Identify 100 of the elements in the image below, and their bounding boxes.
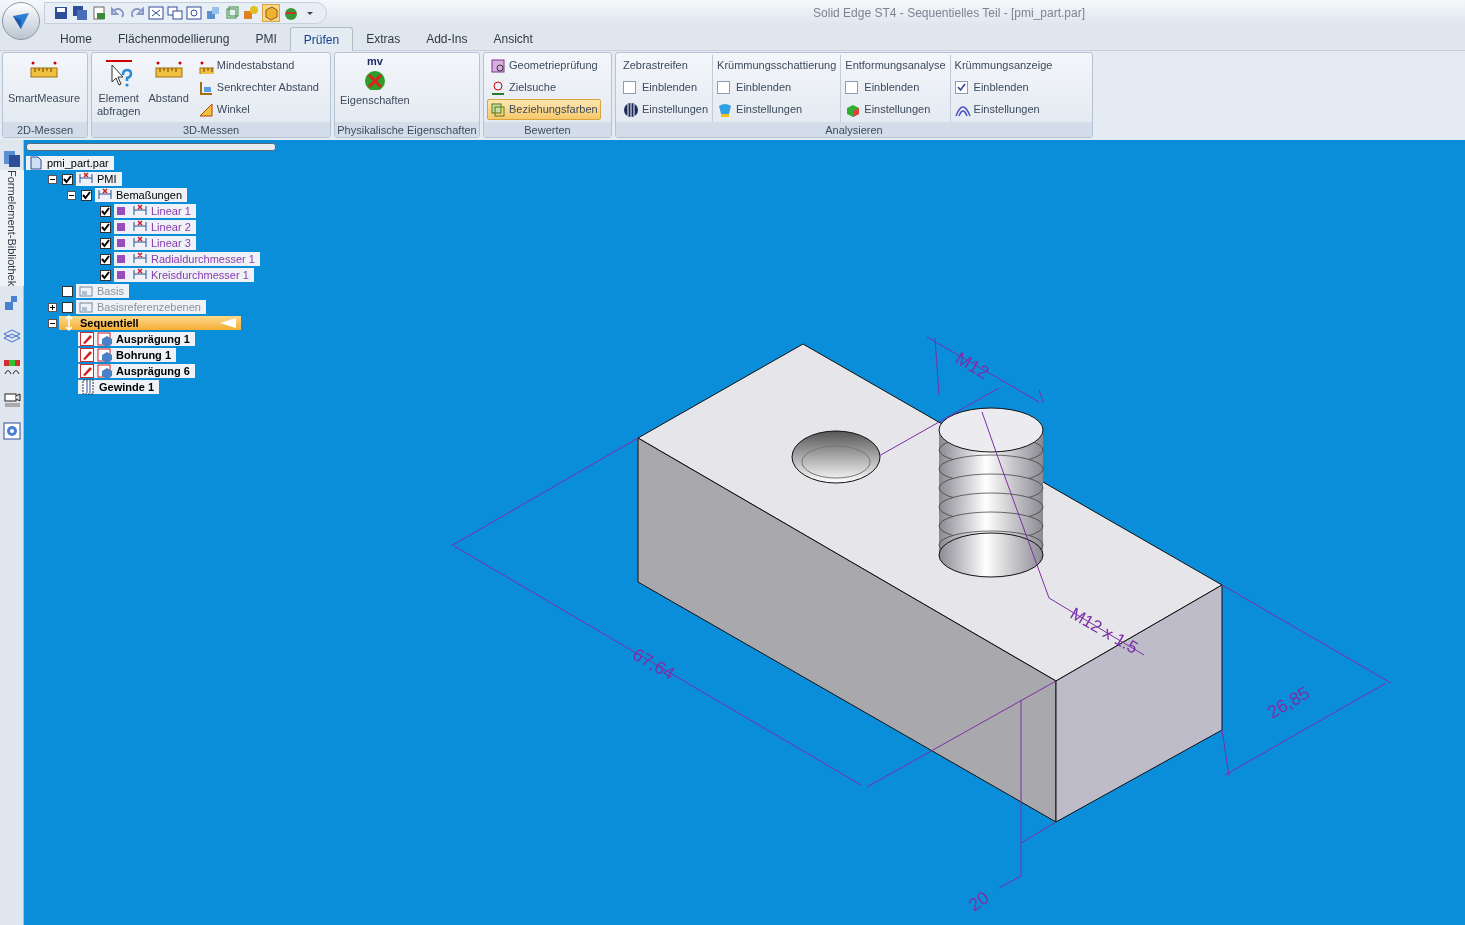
checkbox[interactable]	[100, 269, 111, 281]
pencil-icon	[80, 348, 94, 362]
application-button[interactable]	[2, 2, 40, 40]
checkbox[interactable]	[62, 285, 73, 297]
ribbon-tab[interactable]: PMI	[242, 27, 290, 50]
ribbon-button[interactable]: Mindestabstand	[194, 55, 322, 76]
checkbox[interactable]	[81, 189, 92, 201]
section-title: Krümmungsanzeige	[954, 58, 1053, 73]
expand-toggle[interactable]	[47, 302, 57, 312]
cursor-question-icon	[103, 58, 134, 88]
ribbon-tab[interactable]: Add-Ins	[413, 27, 481, 50]
zoom-icon[interactable]	[186, 4, 202, 21]
side-tab[interactable]: Formelement-Bibliothek	[0, 170, 24, 287]
gradient-icon	[717, 101, 734, 118]
tree-item[interactable]: Linear 2	[114, 220, 196, 234]
windows-icon[interactable]	[167, 4, 183, 21]
ribbon-button[interactable]: Geometrieprüfung	[487, 55, 601, 76]
plus-icon	[48, 303, 56, 311]
striped-sphere-icon	[623, 101, 639, 118]
group-label: 3D-Messen	[92, 122, 330, 137]
pane-splitter[interactable]	[26, 143, 276, 151]
tree-item[interactable]: Ausprägung 1	[78, 332, 195, 346]
group-label: 2D-Messen	[3, 122, 87, 137]
fit-view-icon[interactable]	[148, 4, 164, 21]
ribbon-tab[interactable]: Extras	[353, 27, 414, 50]
ribbon-button[interactable]: Zielsuche	[487, 77, 601, 98]
thread-icon	[80, 379, 96, 395]
library-icon[interactable]	[2, 150, 21, 168]
wireframe-icon[interactable]	[224, 4, 240, 21]
section-title: Krümmungsschattierung	[717, 58, 837, 73]
tree-item[interactable]: Bemaßungen	[95, 188, 188, 202]
checkbox[interactable]	[100, 237, 111, 249]
plane-icon	[78, 299, 94, 315]
square-icon	[116, 270, 126, 280]
file-icon	[28, 155, 44, 171]
ribbon-button[interactable]: Winkel	[194, 99, 322, 120]
checkbox[interactable]: Einblenden	[717, 77, 837, 98]
extrude-icon	[97, 347, 113, 363]
ribbon-button[interactable]: Senkrechter Abstand	[194, 77, 322, 98]
ribbon-button[interactable]: Einstellungen	[845, 99, 946, 120]
ribbon-tab[interactable]: Ansicht	[480, 27, 546, 50]
section-title: Zebrastreifen	[623, 58, 689, 73]
extrude-icon	[97, 363, 113, 379]
large-button[interactable]: Element abfragen	[95, 55, 143, 122]
tree-item[interactable]: Gewinde 1	[78, 380, 160, 394]
large-button[interactable]: mv Eigenschaften	[338, 55, 412, 122]
dimension-label: 67,64	[629, 644, 678, 684]
squares-icon	[490, 101, 506, 118]
color-bar-icon[interactable]	[2, 358, 21, 377]
checkbox[interactable]	[100, 253, 111, 265]
ribbon-tab[interactable]: Home	[47, 27, 105, 50]
checkbox[interactable]: Einblenden	[623, 77, 709, 98]
target-icon	[490, 79, 506, 96]
ribbon-button[interactable]: Einstellungen	[954, 99, 1053, 120]
document-icon[interactable]	[91, 4, 107, 21]
gear-icon[interactable]	[2, 422, 21, 441]
tree-item[interactable]: Ausprägung 6	[78, 364, 195, 378]
ribbon-button[interactable]: Einstellungen	[623, 99, 709, 120]
expand-toggle[interactable]	[47, 174, 57, 184]
expand-toggle[interactable]	[47, 318, 57, 328]
tree-item[interactable]: pmi_part.par	[26, 156, 114, 170]
tree-item[interactable]: Linear 3	[114, 236, 196, 250]
extrude-icon	[97, 331, 113, 347]
large-button[interactable]: SmartMeasure	[6, 55, 83, 122]
group-label: Physikalische Eigenschaften	[335, 122, 479, 137]
dimension-label: M12	[952, 348, 993, 383]
tree-item[interactable]: Bohrung 1	[78, 348, 176, 362]
inspect-icon	[490, 57, 506, 74]
ribbon-button[interactable]: Einstellungen	[717, 99, 837, 120]
checkbox[interactable]	[62, 173, 73, 185]
checkbox[interactable]	[100, 221, 111, 233]
ribbon-tab[interactable]: Prüfen	[289, 27, 354, 51]
tree-item[interactable]: Radialdurchmesser 1	[114, 252, 260, 266]
tree-item[interactable]: Linear 1	[114, 204, 196, 218]
large-button[interactable]: Abstand	[146, 55, 191, 122]
expand-toggle[interactable]	[66, 190, 76, 200]
pencil-icon	[80, 332, 94, 346]
ribbon-tab[interactable]: Flächenmodellierung	[105, 27, 243, 50]
tree-item[interactable]: Kreisdurchmesser 1	[114, 268, 254, 282]
checkbox[interactable]: Einblenden	[954, 77, 1053, 98]
tree-item[interactable]: PMI	[76, 172, 122, 186]
square-icon	[116, 206, 126, 216]
group-label: Bewerten	[484, 122, 611, 137]
checkbox[interactable]	[100, 205, 111, 217]
shaded-cube-icon[interactable]	[262, 3, 280, 22]
section-title: Entformungsanalyse	[845, 58, 946, 73]
checkmark-icon	[956, 83, 966, 92]
square-icon	[116, 222, 126, 232]
window-title: Solid Edge ST4 - Sequentielles Teil - [pmi_part.par]	[813, 4, 1085, 22]
ruler-square-icon	[197, 79, 214, 96]
plane-icon	[78, 283, 94, 299]
ribbon-button[interactable]: Beziehungsfarben	[487, 99, 601, 120]
checkbox[interactable]	[62, 301, 73, 313]
group-label: Analysieren	[616, 122, 1092, 137]
save-icon[interactable]	[53, 4, 69, 21]
save-all-icon[interactable]	[72, 4, 88, 21]
checkbox[interactable]: Einblenden	[845, 77, 946, 98]
tree-item[interactable]: Sequentiell	[59, 316, 241, 330]
pencil-icon	[80, 364, 94, 378]
camera-icon[interactable]	[2, 390, 21, 409]
